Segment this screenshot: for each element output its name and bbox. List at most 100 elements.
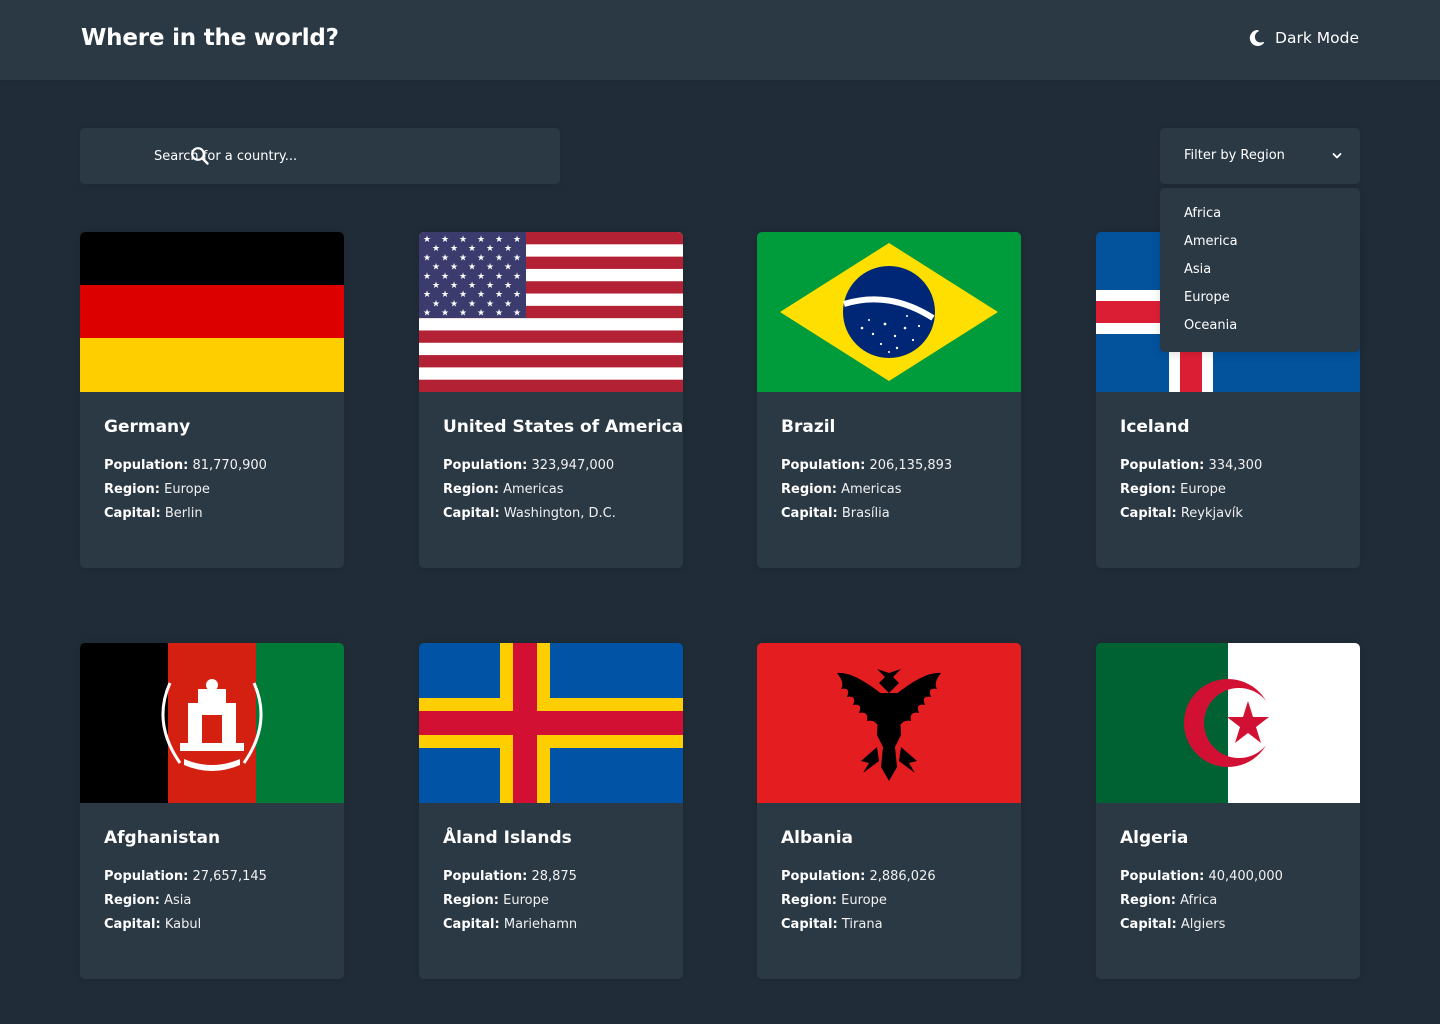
- filter-option-oceania[interactable]: Oceania: [1160, 316, 1360, 344]
- svg-text:★: ★: [513, 309, 521, 319]
- svg-text:★: ★: [495, 272, 503, 282]
- country-name: Germany: [104, 417, 191, 437]
- svg-text:★: ★: [468, 244, 476, 254]
- filter-label: Filter by Region: [1184, 148, 1285, 163]
- svg-text:★: ★: [441, 235, 449, 245]
- region-line: Region: Europe: [104, 482, 210, 497]
- svg-text:★: ★: [504, 299, 512, 309]
- svg-text:★: ★: [441, 272, 449, 282]
- svg-text:★: ★: [477, 235, 485, 245]
- capital-line: Capital: Reykjavík: [1120, 506, 1243, 521]
- svg-text:★: ★: [459, 253, 467, 263]
- country-name: Afghanistan: [104, 828, 221, 848]
- capital-line: Capital: Brasília: [781, 506, 890, 521]
- region-line: Region: Europe: [443, 893, 549, 908]
- svg-text:★: ★: [432, 281, 440, 291]
- svg-text:★: ★: [423, 253, 431, 263]
- svg-text:★: ★: [468, 299, 476, 309]
- population-line: Population: 206,135,893: [781, 458, 953, 473]
- country-name: Iceland: [1120, 417, 1190, 437]
- search-box[interactable]: [80, 128, 560, 184]
- country-card-aland[interactable]: Åland Islands Population: 28,875 Region:…: [419, 643, 683, 979]
- population-line: Population: 27,657,145: [104, 869, 267, 884]
- svg-text:★: ★: [513, 253, 521, 263]
- svg-text:★: ★: [432, 263, 440, 273]
- country-card-germany[interactable]: Germany Population: 81,770,900 Region: E…: [80, 232, 344, 568]
- country-card-usa[interactable]: ★ ★ ★ ★ ★ ★ ★ ★ ★ ★ ★ ★ ★ ★ ★ ★ ★ ★ ★ ★ ★ ★ ★ ★ ★ ★ ★ ★ ★ ★ ★ ★ ★ ★ ★ ★ ★ ★ ★ ★…: [419, 232, 683, 568]
- svg-text:★: ★: [423, 309, 431, 319]
- aland-flag: [419, 643, 683, 803]
- svg-text:★: ★: [513, 272, 521, 282]
- population-line: Population: 40,400,000: [1120, 869, 1283, 884]
- svg-text:★: ★: [495, 309, 503, 319]
- country-name: Brazil: [781, 417, 836, 437]
- svg-text:★: ★: [459, 309, 467, 319]
- svg-text:★: ★: [441, 253, 449, 263]
- svg-text:★: ★: [441, 309, 449, 319]
- svg-text:★: ★: [459, 290, 467, 300]
- svg-text:★: ★: [450, 263, 458, 273]
- country-card-albania[interactable]: Albania Population: 2,886,026 Region: Eu…: [757, 643, 1021, 979]
- country-card-afghanistan[interactable]: Afghanistan Population: 27,657,145 Regio…: [80, 643, 344, 979]
- population-line: Population: 334,300: [1120, 458, 1263, 473]
- moon-icon: [1247, 29, 1265, 47]
- svg-text:★: ★: [423, 290, 431, 300]
- svg-text:★: ★: [477, 290, 485, 300]
- svg-text:★: ★: [468, 263, 476, 273]
- dark-mode-label: Dark Mode: [1275, 29, 1359, 47]
- filter-option-america[interactable]: America: [1160, 232, 1360, 260]
- svg-text:★: ★: [495, 290, 503, 300]
- svg-text:★: ★: [459, 272, 467, 282]
- capital-line: Capital: Berlin: [104, 506, 203, 521]
- svg-text:★: ★: [504, 263, 512, 273]
- svg-text:★: ★: [486, 244, 494, 254]
- population-line: Population: 323,947,000: [443, 458, 615, 473]
- usa-flag: ★ ★ ★ ★ ★ ★★ ★ ★ ★ ★★ ★ ★ ★ ★ ★★ ★ ★ ★ ★★ ★ ★ ★ ★ ★★ ★ ★ ★ ★★ ★ ★ ★ ★ ★★…: [419, 232, 683, 392]
- population-line: Population: 28,875: [443, 869, 577, 884]
- svg-text:★: ★: [432, 244, 440, 254]
- region-line: Region: Africa: [1120, 893, 1218, 908]
- svg-text:★: ★: [513, 235, 521, 245]
- search-input[interactable]: [154, 128, 544, 184]
- country-card-algeria[interactable]: Algeria Population: 40,400,000 Region: A…: [1096, 643, 1360, 979]
- chevron-down-icon: [1332, 153, 1342, 159]
- region-line: Region: Asia: [104, 893, 192, 908]
- svg-text:★: ★: [441, 290, 449, 300]
- filter-option-asia[interactable]: Asia: [1160, 260, 1360, 288]
- region-filter-menu: Africa America Asia Europe Oceania: [1160, 188, 1360, 352]
- albania-flag: [757, 643, 1021, 803]
- svg-text:★: ★: [486, 299, 494, 309]
- svg-text:★: ★: [504, 281, 512, 291]
- population-line: Population: 2,886,026: [781, 869, 936, 884]
- region-line: Region: Americas: [443, 482, 564, 497]
- country-name: Algeria: [1120, 828, 1189, 848]
- region-line: Region: Europe: [1120, 482, 1226, 497]
- app-title: Where in the world?: [81, 25, 339, 51]
- svg-text:★: ★: [450, 281, 458, 291]
- capital-line: Capital: Kabul: [104, 917, 202, 932]
- svg-text:★: ★: [423, 235, 431, 245]
- filter-option-europe[interactable]: Europe: [1160, 288, 1360, 316]
- filter-option-africa[interactable]: Africa: [1160, 204, 1360, 232]
- region-line: Region: Americas: [781, 482, 902, 497]
- brazil-flag: [757, 232, 1021, 392]
- svg-text:★: ★: [495, 235, 503, 245]
- country-name: Åland Islands: [443, 828, 572, 848]
- country-card-brazil[interactable]: Brazil Population: 206,135,893 Region: A…: [757, 232, 1021, 568]
- svg-text:★: ★: [504, 244, 512, 254]
- dark-mode-toggle[interactable]: Dark Mode: [1247, 29, 1359, 47]
- svg-text:★: ★: [513, 290, 521, 300]
- region-filter-select[interactable]: Filter by Region: [1160, 128, 1360, 184]
- germany-flag: [80, 232, 344, 392]
- svg-text:★: ★: [486, 281, 494, 291]
- afghanistan-flag: [80, 643, 344, 803]
- svg-text:★: ★: [495, 253, 503, 263]
- svg-text:★: ★: [486, 263, 494, 273]
- population-line: Population: 81,770,900: [104, 458, 267, 473]
- algeria-flag: [1096, 643, 1360, 803]
- svg-text:★: ★: [459, 235, 467, 245]
- svg-text:★: ★: [477, 309, 485, 319]
- capital-line: Capital: Mariehamn: [443, 917, 578, 932]
- svg-text:★: ★: [477, 272, 485, 282]
- country-name: Albania: [781, 828, 854, 848]
